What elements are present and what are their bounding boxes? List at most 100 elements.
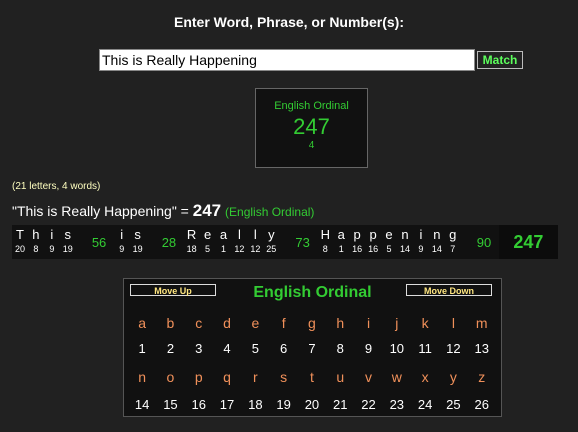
cipher-letter: x bbox=[421, 369, 429, 385]
breakdown-letter-value: 25 bbox=[266, 244, 277, 254]
cipher-number: 8 bbox=[336, 341, 344, 356]
breakdown-letter-value: 20 bbox=[14, 244, 25, 254]
prompt-label: Enter Word, Phrase, or Number(s): bbox=[173, 14, 404, 30]
match-button[interactable]: Match bbox=[477, 51, 523, 69]
cipher-number: 11 bbox=[418, 341, 432, 356]
cipher-letter: e bbox=[251, 315, 260, 331]
cipher-number: 1 bbox=[138, 341, 146, 356]
phrase-cipher-note: (English Ordinal) bbox=[225, 205, 315, 219]
cipher-letter: n bbox=[138, 369, 147, 385]
breakdown-letter: g bbox=[449, 227, 457, 242]
cipher-letter: s bbox=[280, 369, 288, 385]
breakdown-letter: s bbox=[134, 227, 141, 242]
breakdown-letter: s bbox=[64, 227, 72, 242]
breakdown-letter-cell: n 14 bbox=[397, 225, 413, 259]
cipher-letter: z bbox=[478, 369, 486, 385]
breakdown-letter-cell: e5 bbox=[200, 225, 216, 259]
breakdown-letter: e bbox=[203, 227, 212, 242]
breakdown-letter-cell: g7 bbox=[445, 225, 461, 259]
breakdown-gap bbox=[461, 225, 470, 259]
breakdown-letter-value: 19 bbox=[62, 244, 73, 254]
breakdown-letter-value: 16 bbox=[352, 244, 363, 254]
cipher-number: 12 bbox=[446, 341, 461, 356]
result-cipher-name: English Ordinal bbox=[274, 100, 349, 112]
breakdown-letter: i bbox=[50, 227, 54, 242]
breakdown-letter-value: 18 bbox=[186, 244, 197, 254]
cipher-letter: p bbox=[194, 369, 203, 385]
breakdown-letter-cell: H8 bbox=[317, 225, 333, 259]
breakdown-letter-value: 19 bbox=[132, 244, 143, 254]
breakdown-word-sum: 90 bbox=[476, 234, 492, 250]
cipher-letter: l bbox=[451, 315, 455, 331]
breakdown-letter: T bbox=[15, 227, 24, 242]
breakdown-letter-value: 9 bbox=[49, 244, 55, 254]
breakdown-letter-value: 8 bbox=[33, 244, 39, 254]
cipher-number: 17 bbox=[219, 397, 235, 412]
breakdown-letter-value: 12 bbox=[234, 244, 245, 254]
cipher-letter: h bbox=[336, 315, 345, 331]
cipher-letter: a bbox=[138, 315, 147, 331]
breakdown-letter-value: 16 bbox=[368, 244, 379, 254]
breakdown-letter-value: 5 bbox=[205, 244, 211, 254]
cipher-number: 10 bbox=[389, 341, 405, 356]
cipher-number: 25 bbox=[446, 397, 461, 412]
cipher-letter: o bbox=[166, 369, 175, 385]
move-down-button[interactable]: Move Down bbox=[406, 284, 492, 296]
cipher-number: 23 bbox=[389, 397, 405, 412]
search-input[interactable] bbox=[99, 49, 475, 71]
breakdown-letter-cell: s 19 bbox=[60, 225, 76, 259]
breakdown-letter: H bbox=[320, 227, 330, 242]
phrase-equals: = bbox=[176, 203, 193, 219]
breakdown-letter: i bbox=[419, 227, 423, 242]
cipher-letter: t bbox=[309, 369, 314, 385]
breakdown-letter: p bbox=[369, 227, 377, 242]
cipher-number: 15 bbox=[163, 397, 178, 412]
cipher-letter: c bbox=[195, 315, 203, 331]
breakdown-letter: l bbox=[237, 227, 241, 242]
breakdown-gap bbox=[146, 225, 155, 259]
cipher-letter: i bbox=[366, 315, 371, 331]
cipher-number: 9 bbox=[364, 341, 373, 356]
breakdown-letter-value: 1 bbox=[338, 244, 344, 254]
breakdown-letter-value: 5 bbox=[386, 244, 392, 254]
cipher-letter: b bbox=[166, 315, 175, 331]
result-word-count: 4 bbox=[308, 140, 315, 151]
breakdown-word-sum: 56 bbox=[91, 234, 107, 250]
cipher-letter: w bbox=[391, 369, 402, 385]
breakdown-letter-cell: T 20 bbox=[12, 225, 28, 259]
result-box: English Ordinal 247 4 bbox=[255, 88, 368, 168]
breakdown-letter-cell: p 16 bbox=[365, 225, 381, 259]
breakdown-letter-cell: a1 bbox=[333, 225, 349, 259]
breakdown-gap bbox=[76, 225, 85, 259]
cipher-letter: j bbox=[395, 315, 399, 331]
cipher-number: 13 bbox=[474, 341, 489, 356]
cipher-number: 7 bbox=[308, 341, 316, 356]
cipher-letter: g bbox=[308, 315, 316, 331]
cipher-number: 2 bbox=[166, 341, 175, 356]
cipher-row-letters-1: a b c d e f g h i j k l m bbox=[128, 309, 496, 337]
cipher-number: 19 bbox=[276, 397, 291, 412]
cipher-number: 14 bbox=[134, 397, 150, 412]
breakdown-letter: a bbox=[337, 227, 345, 242]
breakdown-letter-cell: s 19 bbox=[130, 225, 146, 259]
cipher-row-numbers-2: 14 15 16 17 18 19 20 21 22 23 24 25 26 bbox=[128, 391, 496, 419]
breakdown-letter: n bbox=[433, 227, 441, 242]
phrase-quoted: "This is Really Happening" bbox=[12, 203, 177, 219]
breakdown-letter-value: 14 bbox=[431, 244, 442, 254]
cipher-row-letters-2: n o p q r s t u v w x y z bbox=[128, 363, 496, 391]
breakdown-letter-cell: p 16 bbox=[349, 225, 365, 259]
cipher-letter: y bbox=[449, 369, 457, 385]
result-value: 247 bbox=[293, 114, 330, 139]
breakdown-letter-cell: l 12 bbox=[231, 225, 247, 259]
breakdown-letter: n bbox=[401, 227, 409, 242]
breakdown-letter: l bbox=[253, 227, 257, 242]
cipher-number: 22 bbox=[361, 397, 376, 412]
breakdown-letter: p bbox=[353, 227, 361, 242]
cipher-letter: v bbox=[365, 369, 373, 385]
breakdown-letter-value: 9 bbox=[418, 244, 424, 254]
breakdown-letter: e bbox=[385, 227, 393, 242]
breakdown-letter-cell: i9 bbox=[114, 225, 130, 259]
breakdown-letter-cell: R 18 bbox=[184, 225, 200, 259]
cipher-letter: k bbox=[421, 315, 429, 331]
cipher-panel: Move Up English Ordinal Move Down abcdef… bbox=[123, 278, 502, 417]
